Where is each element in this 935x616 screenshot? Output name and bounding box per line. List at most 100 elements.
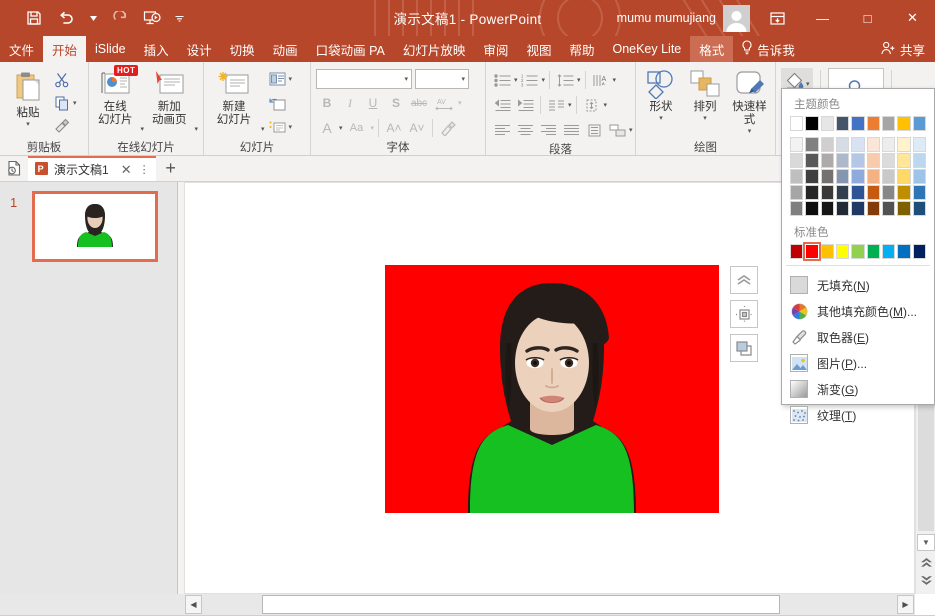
standard-color-swatch-8[interactable]: [912, 244, 926, 259]
theme-variant-swatch-0-8[interactable]: [912, 137, 926, 152]
arrange-button[interactable]: 排列 ▾: [685, 67, 725, 124]
quick-styles-dropdown-icon[interactable]: ▾: [748, 127, 752, 135]
theme-variant-swatch-4-0[interactable]: [790, 201, 804, 216]
new-slide-dropdown-icon[interactable]: ▾: [261, 125, 265, 138]
tab-transitions[interactable]: 切换: [221, 36, 264, 62]
copy-dropdown-icon[interactable]: ▾: [73, 99, 77, 107]
tab-islide[interactable]: iSlide: [86, 36, 135, 62]
theme-color-swatch-4[interactable]: [851, 116, 865, 131]
theme-color-swatch-3[interactable]: [835, 116, 850, 131]
theme-variant-swatch-3-8[interactable]: [912, 185, 926, 200]
theme-variant-swatch-0-0[interactable]: [790, 137, 804, 152]
start-slideshow-icon[interactable]: [138, 4, 166, 32]
decrease-font-size-button[interactable]: A˅: [406, 117, 428, 139]
theme-color-swatch-1[interactable]: [805, 116, 819, 131]
shapes-button[interactable]: 形状 ▾: [641, 67, 681, 124]
menu-item-eyedropper[interactable]: 取色器(E): [782, 324, 934, 350]
tab-file[interactable]: 文件: [0, 36, 43, 62]
character-spacing-dropdown-icon[interactable]: ▾: [458, 99, 462, 107]
slide-thumbnail-pane[interactable]: 1: [0, 182, 178, 594]
increase-indent-button[interactable]: [514, 94, 536, 116]
horizontal-scrollbar[interactable]: ◀ ▶: [184, 594, 915, 615]
menu-item-gradient-fill[interactable]: 渐变(G): [782, 376, 934, 402]
standard-color-swatch-6[interactable]: [881, 244, 896, 259]
theme-variant-swatch-3-1[interactable]: [805, 185, 819, 200]
font-name-dropdown-icon[interactable]: ▾: [404, 75, 408, 83]
online-slides-button[interactable]: HOT 在线 幻灯片: [94, 65, 139, 129]
theme-variant-swatch-1-2[interactable]: [820, 153, 834, 168]
paste-dropdown-icon[interactable]: ▾: [26, 120, 30, 128]
scroll-down-button[interactable]: ▼: [917, 534, 935, 551]
menu-item-picture-fill[interactable]: 图片(P)...: [782, 350, 934, 376]
font-color-button[interactable]: A: [316, 117, 338, 139]
scroll-left-button[interactable]: ◀: [185, 595, 202, 614]
new-tab-button[interactable]: +: [156, 156, 186, 181]
tab-review[interactable]: 审阅: [474, 36, 517, 62]
italic-button[interactable]: I: [339, 92, 361, 114]
theme-variant-swatch-0-1[interactable]: [805, 137, 819, 152]
slide-thumbnail[interactable]: [32, 191, 158, 262]
tab-slideshow[interactable]: 幻灯片放映: [394, 36, 475, 62]
align-left-button[interactable]: [491, 119, 513, 141]
undo-icon[interactable]: [52, 4, 80, 32]
convert-smartart-button[interactable]: [606, 119, 628, 141]
theme-variant-swatch-1-3[interactable]: [835, 153, 850, 168]
text-direction-button[interactable]: A: [590, 69, 612, 91]
columns-button[interactable]: [545, 94, 567, 116]
theme-variant-swatch-1-6[interactable]: [881, 153, 896, 168]
shape-fill-color-panel[interactable]: 主题颜色 标准色 无填充(N) 其他填充颜色(M)... 取色器(E) 图片(P…: [781, 88, 935, 424]
tell-me-box[interactable]: 告诉我: [733, 36, 803, 62]
standard-color-swatch-4[interactable]: [851, 244, 865, 259]
close-tab-icon[interactable]: ✕: [119, 162, 134, 178]
ribbon-display-options-icon[interactable]: [755, 0, 800, 36]
tab-format[interactable]: 格式: [690, 36, 734, 62]
online-slides-dropdown-icon[interactable]: ▾: [140, 125, 144, 138]
theme-variant-swatch-4-1[interactable]: [805, 201, 819, 216]
scroll-right-button[interactable]: ▶: [897, 595, 914, 614]
increase-font-size-button[interactable]: A˄: [383, 117, 405, 139]
theme-variant-swatch-0-3[interactable]: [835, 137, 850, 152]
font-name-input[interactable]: ▾: [316, 69, 412, 89]
character-spacing-button[interactable]: AV: [431, 92, 457, 114]
theme-variant-swatch-2-6[interactable]: [881, 169, 896, 184]
theme-variant-swatch-2-5[interactable]: [866, 169, 880, 184]
change-case-dropdown-icon[interactable]: ▾: [371, 124, 375, 132]
align-right-button[interactable]: [537, 119, 559, 141]
standard-color-swatch-2[interactable]: [820, 244, 834, 259]
section-button[interactable]: [267, 116, 289, 138]
theme-variant-swatch-3-4[interactable]: [851, 185, 865, 200]
theme-variant-swatch-4-2[interactable]: [820, 201, 834, 216]
recent-files-icon[interactable]: [0, 156, 28, 181]
theme-variant-swatch-1-5[interactable]: [866, 153, 880, 168]
theme-variant-swatch-2-7[interactable]: [897, 169, 911, 184]
theme-variant-swatch-4-7[interactable]: [897, 201, 911, 216]
next-slide-button[interactable]: [917, 572, 935, 589]
minimize-button[interactable]: —: [800, 0, 845, 36]
share-button[interactable]: 共享: [875, 36, 935, 62]
user-account[interactable]: mumu mumujiang: [617, 0, 750, 36]
tab-animations[interactable]: 动画: [264, 36, 307, 62]
theme-variant-swatch-3-2[interactable]: [820, 185, 834, 200]
theme-color-swatch-6[interactable]: [881, 116, 896, 131]
layout-button[interactable]: [267, 68, 289, 90]
avatar[interactable]: [723, 4, 750, 32]
theme-variant-swatch-1-8[interactable]: [912, 153, 926, 168]
theme-color-swatch-8[interactable]: [912, 116, 926, 131]
layout-options-icon[interactable]: [730, 266, 758, 294]
theme-variant-swatch-0-2[interactable]: [820, 137, 834, 152]
theme-variant-swatch-0-7[interactable]: [897, 137, 911, 152]
tab-view[interactable]: 视图: [517, 36, 560, 62]
text-direction-dropdown-icon[interactable]: ▾: [613, 76, 617, 84]
tab-pocket-animation[interactable]: 口袋动画 PA: [307, 36, 394, 62]
theme-variant-swatch-0-4[interactable]: [851, 137, 865, 152]
theme-variant-swatch-0-6[interactable]: [881, 137, 896, 152]
menu-item-more-fill-colors[interactable]: 其他填充颜色(M)...: [782, 298, 934, 324]
tab-help[interactable]: 帮助: [560, 36, 603, 62]
tab-menu-icon[interactable]: ⋮: [139, 163, 150, 176]
theme-variant-swatch-4-6[interactable]: [881, 201, 896, 216]
theme-variant-swatch-0-5[interactable]: [866, 137, 880, 152]
bring-forward-icon[interactable]: [730, 334, 758, 362]
cut-button[interactable]: [51, 69, 73, 91]
theme-variant-swatch-3-6[interactable]: [881, 185, 896, 200]
tab-onekey-lite[interactable]: OneKey Lite: [603, 36, 690, 62]
